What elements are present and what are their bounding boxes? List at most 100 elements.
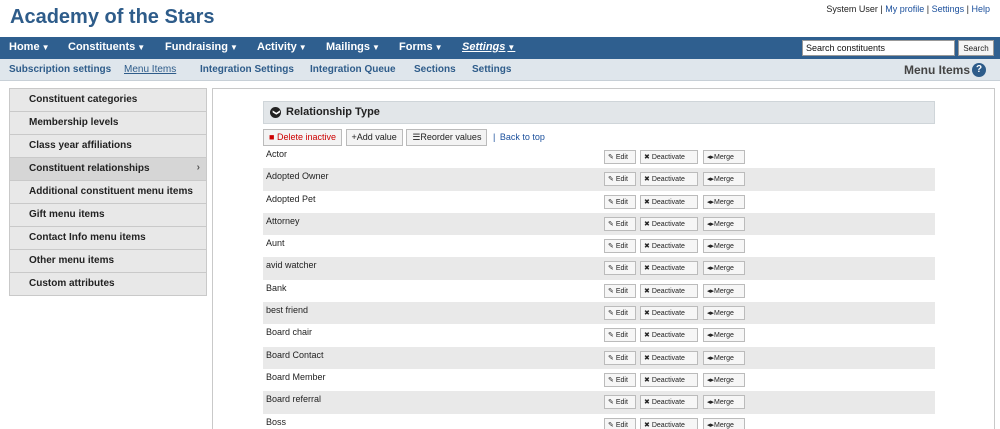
deactivate-button[interactable]: ✖ Deactivate [640, 372, 698, 387]
nav-settings[interactable]: Settings ▼ [462, 41, 515, 53]
chevron-right-icon: › [196, 162, 200, 173]
merge-button[interactable]: ◂▸Merge [703, 306, 745, 321]
nav-home[interactable]: Home ▼ [9, 41, 49, 53]
deactivate-button[interactable]: ✖ Deactivate [640, 417, 698, 429]
deactivate-button[interactable]: ✖ Deactivate [640, 194, 698, 209]
merge-button[interactable]: ◂▸Merge [703, 283, 745, 298]
merge-button[interactable]: ◂▸Merge [703, 194, 745, 209]
caret-down-icon: ▼ [507, 43, 516, 52]
caret-down-icon: ▼ [434, 43, 443, 52]
nav-forms[interactable]: Forms ▼ [399, 41, 443, 53]
merge-button[interactable]: ◂▸Merge [703, 150, 745, 164]
x-icon: ✖ [644, 354, 650, 362]
merge-icon: ◂▸ [707, 154, 715, 161]
nav-activity[interactable]: Activity ▼ [257, 41, 307, 53]
edit-button[interactable]: ✎ Edit [604, 395, 636, 410]
nav-fundraising[interactable]: Fundraising ▼ [165, 41, 238, 53]
edit-button[interactable]: ✎ Edit [604, 150, 636, 164]
panel-header[interactable]: ❯ Relationship Type [263, 101, 935, 124]
pencil-icon: ✎ [608, 332, 614, 340]
merge-icon: ◂▸ [707, 287, 715, 295]
sidebar-item-class-year-affiliations[interactable]: Class year affiliations [10, 135, 206, 158]
page-title: Menu Items [903, 63, 970, 77]
help-link[interactable]: Help [971, 4, 990, 14]
edit-button[interactable]: ✎ Edit [604, 350, 636, 365]
x-icon: ✖ [644, 399, 650, 407]
sidebar-item-constituent-categories[interactable]: Constituent categories [10, 89, 206, 112]
deactivate-button[interactable]: ✖ Deactivate [640, 172, 698, 187]
add-value-button[interactable]: +Add value [345, 129, 403, 146]
deactivate-button[interactable]: ✖ Deactivate [640, 395, 698, 410]
top-header: Academy of the Stars System User | My pr… [0, 0, 1000, 37]
deactivate-button[interactable]: ✖ Deactivate [640, 283, 698, 298]
edit-button[interactable]: ✎ Edit [604, 283, 636, 298]
my-profile-link[interactable]: My profile [885, 4, 924, 14]
edit-button[interactable]: ✎ Edit [604, 372, 636, 387]
caret-down-icon: ▼ [372, 43, 380, 52]
search-input[interactable] [802, 40, 955, 56]
user-name: System User [826, 4, 878, 14]
deactivate-button[interactable]: ✖ Deactivate [640, 350, 698, 365]
merge-button[interactable]: ◂▸Merge [703, 261, 745, 276]
caret-down-icon: ▼ [298, 43, 307, 52]
sidebar: Constituent categories Membership levels… [9, 88, 207, 296]
relationship-name: Boss [266, 416, 287, 427]
nav-constituents[interactable]: Constituents ▼ [68, 41, 145, 53]
subnav-integration-settings[interactable]: Integration Settings [200, 64, 294, 75]
collapse-toggle-icon[interactable]: ❯ [270, 107, 281, 118]
app-title: Academy of the Stars [10, 6, 215, 28]
deactivate-button[interactable]: ✖ Deactivate [640, 328, 698, 343]
edit-button[interactable]: ✎ Edit [604, 417, 636, 429]
deactivate-button[interactable]: ✖ Deactivate [640, 239, 698, 254]
delete-inactive-button[interactable]: ■ Delete inactive [263, 129, 342, 146]
merge-button[interactable]: ◂▸Merge [703, 372, 745, 387]
help-icon[interactable]: ? [972, 63, 986, 77]
caret-down-icon: ▼ [137, 43, 146, 52]
merge-button[interactable]: ◂▸Merge [703, 395, 745, 410]
merge-icon: ◂▸ [707, 265, 715, 273]
deactivate-button[interactable]: ✖ Deactivate [640, 306, 698, 321]
edit-button[interactable]: ✎ Edit [604, 239, 636, 254]
sidebar-item-additional-constituent-menu-items[interactable]: Additional constituent menu items [10, 181, 206, 204]
list-item: avid watcher ✎ Edit ✖ Deactivate ◂▸Merge [263, 257, 935, 280]
deactivate-button[interactable]: ✖ Deactivate [640, 216, 698, 231]
sidebar-item-membership-levels[interactable]: Membership levels [10, 112, 206, 135]
user-links: System User | My profile | Settings | He… [826, 4, 990, 14]
sidebar-item-contact-info-menu-items[interactable]: Contact Info menu items [10, 227, 206, 250]
merge-icon: ◂▸ [707, 421, 715, 429]
merge-button[interactable]: ◂▸Merge [703, 328, 745, 343]
merge-button[interactable]: ◂▸Merge [703, 417, 745, 429]
subnav-sections[interactable]: Sections [414, 64, 456, 75]
edit-button[interactable]: ✎ Edit [604, 306, 636, 321]
toolbar-separator: | [492, 132, 496, 142]
sidebar-item-custom-attributes[interactable]: Custom attributes [10, 273, 206, 296]
settings-link[interactable]: Settings [932, 4, 965, 14]
x-icon: ✖ [644, 265, 650, 273]
subnav-settings[interactable]: Settings [472, 64, 511, 75]
sidebar-item-gift-menu-items[interactable]: Gift menu items [10, 204, 206, 227]
list-item: Board referral ✎ Edit ✖ Deactivate ◂▸Merge [263, 391, 935, 414]
edit-button[interactable]: ✎ Edit [604, 194, 636, 209]
sidebar-item-constituent-relationships[interactable]: Constituent relationships › [10, 158, 206, 181]
merge-icon: ◂▸ [707, 399, 715, 407]
edit-button[interactable]: ✎ Edit [604, 216, 636, 231]
reorder-values-button[interactable]: ☰Reorder values [406, 129, 488, 146]
x-icon: ✖ [644, 220, 650, 228]
deactivate-button[interactable]: ✖ Deactivate [640, 150, 698, 164]
nav-mailings[interactable]: Mailings ▼ [326, 41, 380, 53]
merge-button[interactable]: ◂▸Merge [703, 350, 745, 365]
merge-button[interactable]: ◂▸Merge [703, 216, 745, 231]
search-button[interactable]: Search [958, 40, 994, 56]
merge-button[interactable]: ◂▸Merge [703, 172, 745, 187]
edit-button[interactable]: ✎ Edit [604, 261, 636, 276]
deactivate-button[interactable]: ✖ Deactivate [640, 261, 698, 276]
subnav-integration-queue[interactable]: Integration Queue [310, 64, 396, 75]
subnav-menu-items[interactable]: Menu Items [124, 64, 176, 75]
edit-button[interactable]: ✎ Edit [604, 328, 636, 343]
merge-button[interactable]: ◂▸Merge [703, 239, 745, 254]
list-item: Attorney ✎ Edit ✖ Deactivate ◂▸Merge [263, 212, 935, 236]
edit-button[interactable]: ✎ Edit [604, 172, 636, 187]
sidebar-item-other-menu-items[interactable]: Other menu items [10, 250, 206, 273]
back-to-top-link[interactable]: Back to top [500, 132, 545, 142]
subnav-subscription-settings[interactable]: Subscription settings [9, 64, 111, 75]
